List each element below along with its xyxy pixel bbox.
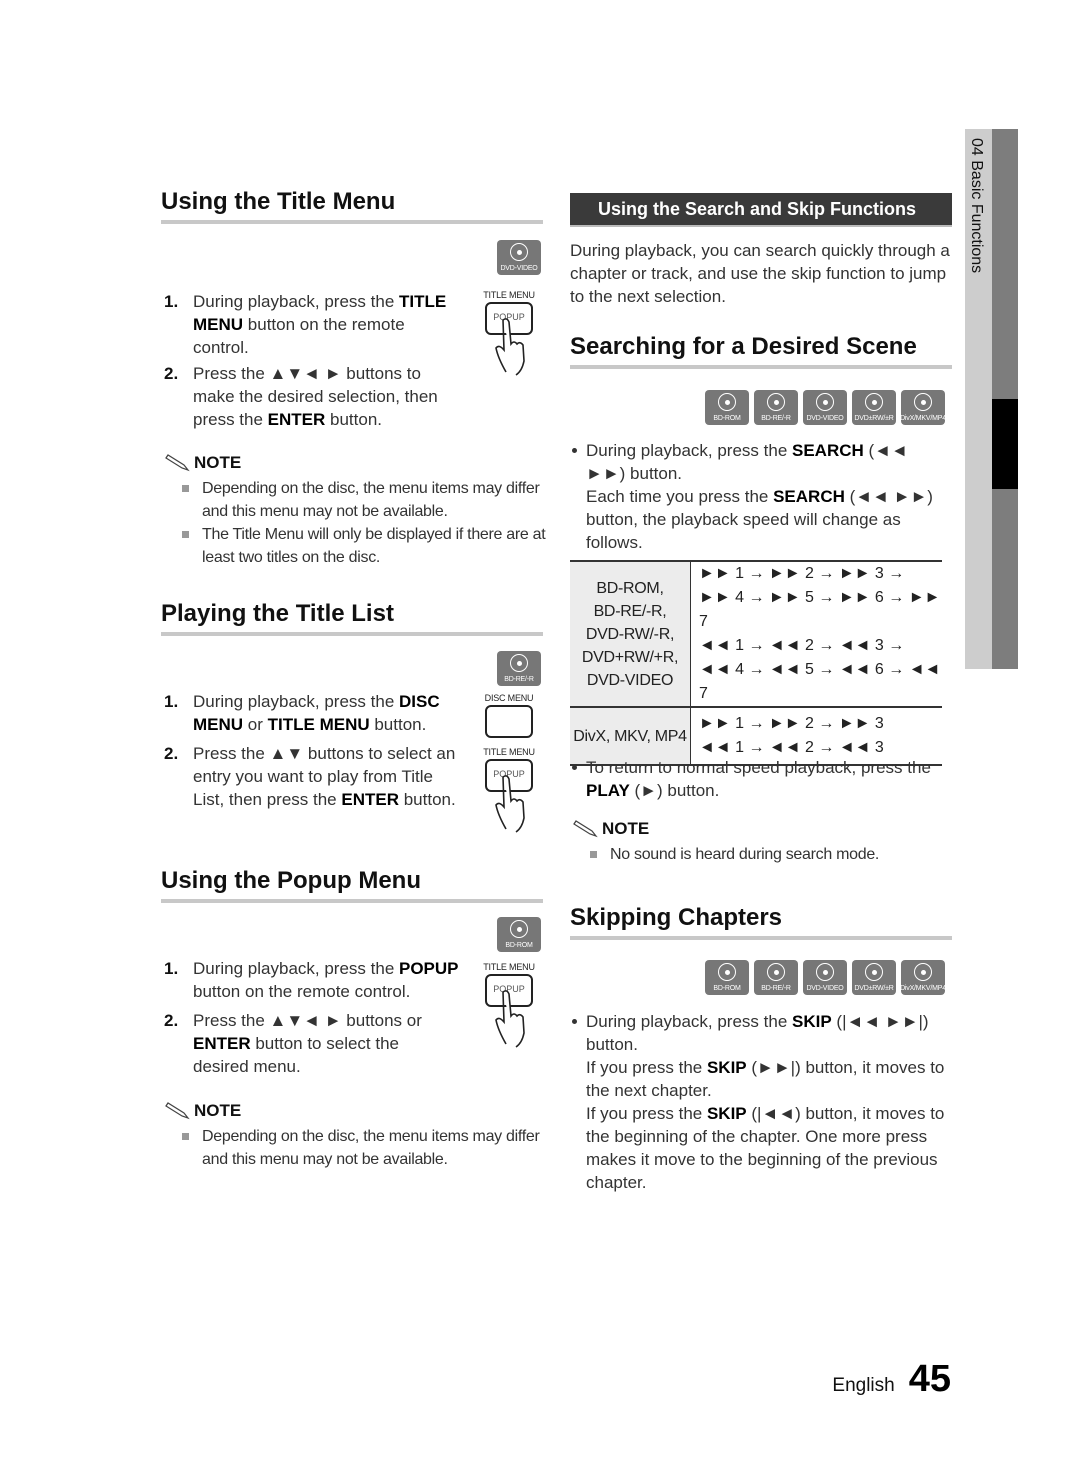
remote-popup: TITLE MENU POPUP xyxy=(479,962,539,1048)
disc-icon xyxy=(816,963,834,981)
step-item: 1. During playback, press the TITLE MENU … xyxy=(164,292,447,357)
remote-caption: TITLE MENU xyxy=(483,747,535,757)
disc-icon xyxy=(510,243,528,261)
disc-badge-bd-rom: BD-ROM xyxy=(497,917,541,952)
step-item: 2. Press the ▲▼◄ ► buttons or ENTER butto… xyxy=(164,1011,422,1076)
heading-search-scene: Searching for a Desired Scene xyxy=(570,333,952,369)
disc-badge: DVD±RW/±R xyxy=(852,390,896,425)
step-item: 2. Press the ▲▼ buttons to select an entr… xyxy=(164,744,456,809)
disc-icon xyxy=(816,393,834,411)
note-item: Depending on the disc, the menu items ma… xyxy=(164,1125,546,1171)
steps-popup-menu: 1. During playback, press the POPUP butto… xyxy=(161,957,476,1081)
pencil-note-icon xyxy=(165,1102,190,1120)
section-popup-menu: Using the Popup Menu xyxy=(161,867,543,903)
disc-icon xyxy=(510,654,528,672)
side-tab-marker xyxy=(992,399,1018,489)
note-search: NOTE No sound is heard during search mod… xyxy=(572,819,954,866)
note-item: The Title Menu will only be displayed if… xyxy=(164,523,546,569)
section-search-scene: Searching for a Desired Scene xyxy=(570,333,952,369)
skip-bullet: During playback, press the SKIP (|◄◄ ►►|… xyxy=(570,1010,950,1194)
footer-language: English xyxy=(832,1375,895,1396)
disc-icon xyxy=(510,920,528,938)
hand-pointer-icon xyxy=(495,990,525,1048)
hand-pointer-icon xyxy=(495,775,525,833)
note-item: No sound is heard during search mode. xyxy=(572,843,954,866)
page-footer: English 45 xyxy=(832,1358,951,1401)
side-tab-label: 04 Basic Functions xyxy=(968,138,985,274)
bullet-dot xyxy=(572,1019,577,1024)
disc-badge: DVD±RW/±R xyxy=(852,960,896,995)
remote-title-menu-2: TITLE MENU POPUP xyxy=(479,747,539,833)
section-search-skip: Using the Search and Skip Functions Duri… xyxy=(570,193,952,308)
disc-badge: BD-ROM xyxy=(705,390,749,425)
section-title-menu: Using the Title Menu xyxy=(161,188,543,224)
heading-title-menu: Using the Title Menu xyxy=(161,188,543,224)
disc-icon xyxy=(718,963,736,981)
disc-badge: DVD-VIDEO xyxy=(803,390,847,425)
disc-badge: BD-RE/-R xyxy=(754,390,798,425)
note-label: NOTE xyxy=(602,819,650,838)
remote-caption: DISC MENU xyxy=(484,693,534,703)
disc-badge: BD-RE/-R xyxy=(754,960,798,995)
disc-badge-dvd-video: DVD-VIDEO xyxy=(497,240,541,275)
heading-popup-menu: Using the Popup Menu xyxy=(161,867,543,903)
table-cell-sequence: ►► 1 → ►► 2 → ►► 3 → ►► 4 → ►► 5 → ►► 6 … xyxy=(690,560,942,707)
disc-badge: DVD-VIDEO xyxy=(803,960,847,995)
disc-icon xyxy=(767,393,785,411)
disc-menu-button-icon xyxy=(485,705,533,738)
intro-text: During playback, you can search quickly … xyxy=(570,241,950,306)
speed-table: BD-ROM, BD-RE/-R, DVD-RW/-R, DVD+RW/+R, … xyxy=(570,560,942,766)
disc-icon xyxy=(865,393,883,411)
disc-badge: BD-ROM xyxy=(705,960,749,995)
bullet-dot xyxy=(572,765,577,770)
disc-badge-bd-re: BD-RE/-R xyxy=(497,651,541,686)
section-banner: Using the Search and Skip Functions xyxy=(570,193,952,227)
note-title-menu: NOTE Depending on the disc, the menu ite… xyxy=(164,453,546,569)
heading-title-list: Playing the Title List xyxy=(161,600,543,636)
disc-icon xyxy=(865,963,883,981)
disc-badge: DivX/MKV/MP4 xyxy=(900,960,946,995)
table-cell-category: BD-ROM, BD-RE/-R, DVD-RW/-R, DVD+RW/+R, … xyxy=(570,560,691,707)
remote-title-menu: TITLE MENU POPUP xyxy=(479,290,539,376)
note-popup-menu: NOTE Depending on the disc, the menu ite… xyxy=(164,1101,546,1171)
disc-icon xyxy=(718,393,736,411)
search-bullet: During playback, press the SEARCH (◄◄ ►►… xyxy=(570,439,945,554)
steps-title-menu: 1. During playback, press the TITLE MENU … xyxy=(161,290,461,434)
hand-pointer-icon xyxy=(495,318,525,376)
steps-title-list: 1. During playback, press the DISC MENU o… xyxy=(161,690,461,814)
note-label: NOTE xyxy=(194,1101,242,1120)
step-item: 2. Press the ▲▼◄ ► buttons to make the de… xyxy=(164,364,438,429)
pencil-note-icon xyxy=(165,454,190,472)
page-number: 45 xyxy=(908,1358,951,1400)
note-label: NOTE xyxy=(194,453,242,472)
film-reel-icon xyxy=(914,963,932,981)
disc-badges-skip: BD-ROM BD-RE/-R DVD-VIDEO DVD±RW/±R DivX… xyxy=(705,960,946,995)
section-skip: Skipping Chapters xyxy=(570,904,952,940)
step-item: 1. During playback, press the DISC MENU o… xyxy=(164,692,440,734)
note-item: Depending on the disc, the menu items ma… xyxy=(164,477,546,523)
pencil-note-icon xyxy=(573,820,598,838)
disc-badges-search: BD-ROM BD-RE/-R DVD-VIDEO DVD±RW/±R DivX… xyxy=(705,390,946,425)
heading-skip-chapters: Skipping Chapters xyxy=(570,904,952,940)
disc-icon xyxy=(767,963,785,981)
disc-badge: DivX/MKV/MP4 xyxy=(900,390,946,425)
table-row: BD-ROM, BD-RE/-R, DVD-RW/-R, DVD+RW/+R, … xyxy=(570,560,942,707)
film-reel-icon xyxy=(914,393,932,411)
section-title-list: Playing the Title List xyxy=(161,600,543,636)
remote-caption: TITLE MENU xyxy=(483,290,535,300)
remote-caption: TITLE MENU xyxy=(483,962,535,972)
bullet-dot xyxy=(572,448,577,453)
remote-disc-menu: DISC MENU xyxy=(479,693,539,738)
play-bullet: To return to normal speed playback, pres… xyxy=(570,756,945,802)
step-item: 1. During playback, press the POPUP butto… xyxy=(164,959,459,1001)
